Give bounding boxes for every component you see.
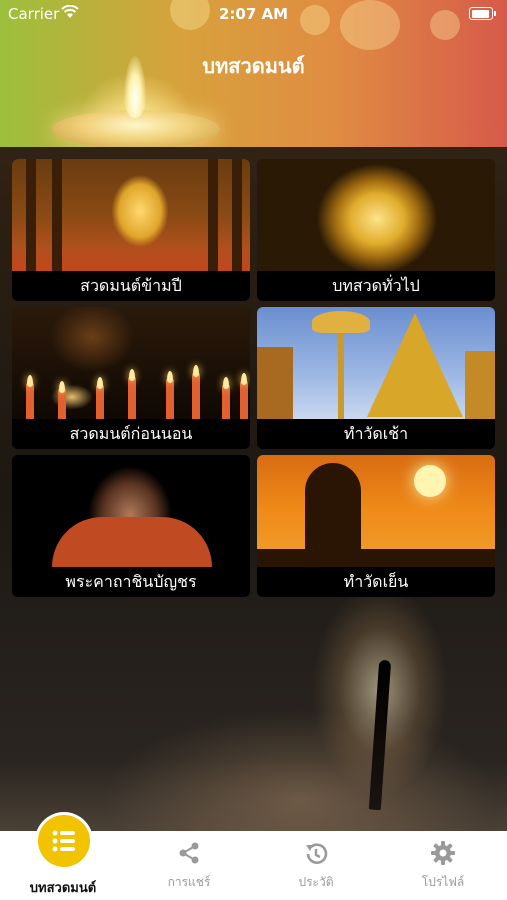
tile-label: พระคาถาชินบัญชร (12, 567, 250, 597)
tile-morning-chant[interactable]: ทำวัดเช้า (257, 307, 495, 449)
tile-label: ทำวัดเช้า (257, 419, 495, 449)
tile-general-prayers[interactable]: บทสวดทั่วไป (257, 159, 495, 301)
tab-label: ประวัติ (298, 875, 334, 889)
list-icon (52, 830, 75, 852)
status-bar: Carrier 2:07 AM (0, 0, 507, 28)
history-icon (306, 843, 328, 864)
tab-label: การแชร์ (167, 875, 211, 889)
header: Carrier 2:07 AM บทสวดมนต์ (0, 0, 507, 147)
tile-chinabanchon-prayer[interactable]: พระคาถาชินบัญชร (12, 455, 250, 597)
page-title: บทสวดมนต์ (202, 54, 305, 78)
tile-label: บทสวดทั่วไป (257, 271, 495, 301)
tile-label: สวดมนต์ก่อนนอน (12, 419, 250, 449)
tile-image (12, 307, 250, 419)
tile-label: สวดมนต์ข้ามปี (12, 271, 250, 301)
tile-bedtime-prayer[interactable]: สวดมนต์ก่อนนอน (12, 307, 250, 449)
tab-profile[interactable]: โปรไฟล์ (380, 831, 506, 900)
tab-label: บทสวดมนต์ (29, 881, 97, 896)
share-icon (179, 842, 199, 864)
tab-share[interactable]: การแชร์ (126, 831, 252, 900)
tile-evening-chant[interactable]: ทำวัดเย็น (257, 455, 495, 597)
tile-image (12, 159, 250, 271)
tile-image (257, 307, 495, 419)
battery-icon (469, 7, 496, 20)
tile-new-year-prayer[interactable]: สวดมนต์ข้ามปี (12, 159, 250, 301)
gear-icon (431, 841, 455, 865)
tab-prayers-icon-button[interactable] (38, 815, 90, 867)
tab-label: โปรไฟล์ (421, 875, 465, 889)
tile-image (12, 455, 250, 567)
tile-label: ทำวัดเย็น (257, 567, 495, 597)
tile-image (257, 455, 495, 567)
clock: 2:07 AM (218, 5, 289, 23)
tab-history[interactable]: ประวัติ (253, 831, 379, 900)
tile-image (257, 159, 495, 271)
